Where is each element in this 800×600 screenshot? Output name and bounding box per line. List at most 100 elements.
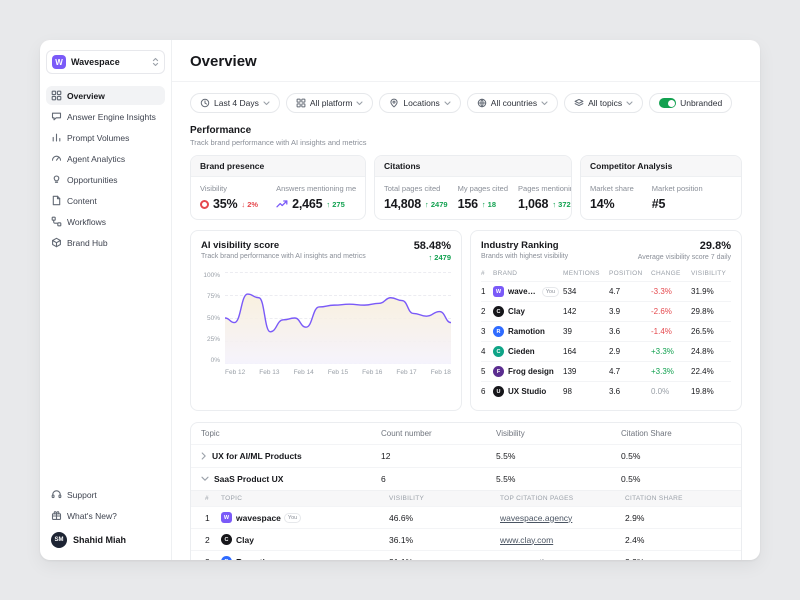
x-tick: Feb 13 (259, 369, 279, 376)
sidebar-item-content[interactable]: Content (46, 191, 165, 210)
filter-topics[interactable]: All topics (564, 93, 643, 113)
visibility-value: 31.9% (691, 287, 731, 296)
workspace-selector[interactable]: W Wavespace (46, 50, 165, 74)
brand-name: wavespace (508, 287, 539, 296)
y-tick: 25% (201, 336, 220, 343)
sidebar-item-opportunities[interactable]: Opportunities (46, 170, 165, 189)
topic-row-expanded[interactable]: SaaS Product UX 6 5.5% 0.5% (191, 467, 741, 490)
user-profile[interactable]: SM Shahid Miah (46, 527, 165, 550)
chart-title: AI visibility score (201, 240, 366, 251)
topic-name: SaaS Product UX (214, 474, 283, 484)
mentions-value: 142 (563, 307, 609, 316)
position-value: 3.6 (609, 387, 651, 396)
metric-value: 14,808 (384, 197, 421, 211)
column-header: Mentions (563, 270, 609, 277)
share-value: 2.9% (625, 513, 731, 523)
column-header: Count number (381, 429, 496, 438)
sidebar-item-brand-hub[interactable]: Brand Hub (46, 233, 165, 252)
sidebar-item-overview[interactable]: Overview (46, 86, 165, 105)
page-title: Overview (190, 53, 742, 70)
citations-card: Citations Total pages cited 14,808 ↑ 247… (374, 155, 572, 220)
ranking-table: # Brand Mentions Position Change Visibil… (481, 268, 731, 401)
ranking-row: 4 C Cieden 164 2.9 +3.3% 24.8% (481, 341, 731, 361)
sidebar-item-label: Workflows (67, 217, 106, 227)
sidebar-item-answer-engine-insights[interactable]: Answer Engine Insights (46, 107, 165, 126)
ranking-row: 1 W wavespace You 534 4.7 -3.3% 31.9% (481, 281, 731, 301)
metric-label: Total pages cited (384, 184, 448, 193)
card-title: Brand presence (191, 156, 365, 177)
citation-link[interactable]: wavespace.agency (500, 513, 625, 523)
sidebar-item-label: Prompt Volumes (67, 133, 129, 143)
brand-logo: W (493, 286, 504, 297)
rank-value: 1 (481, 287, 493, 296)
share-value: 2.4% (625, 535, 731, 545)
column-header: Top citation pages (500, 495, 625, 502)
ranking-subtitle: Brands with highest visibility (481, 253, 568, 260)
sidebar-item-whats-new[interactable]: What's New? (46, 506, 165, 525)
y-axis: 100% 75% 50% 25% 0% (201, 272, 225, 364)
market-position-metric: Market position #5 (652, 184, 703, 211)
rank-value: 3 (481, 327, 493, 336)
user-name: Shahid Miah (73, 535, 126, 545)
sidebar-item-label: Opportunities (67, 175, 118, 185)
visibility-value: 29.8% (691, 307, 731, 316)
subtable-row: 2 C Clay 36.1% www.clay.com 2.4% (191, 528, 741, 550)
main-content: Overview Last 4 Days All platform Locati… (172, 40, 760, 560)
position-value: 3.6 (609, 327, 651, 336)
visibility-value: 5.5% (496, 451, 621, 461)
y-tick: 50% (201, 315, 220, 322)
page-header: Overview (172, 40, 760, 82)
sidebar-item-workflows[interactable]: Workflows (46, 212, 165, 231)
trend-up-icon (276, 200, 288, 208)
sidebar-item-prompt-volumes[interactable]: Prompt Volumes (46, 128, 165, 147)
filter-locations-label: Locations (403, 98, 439, 108)
brand-presence-card: Brand presence Visibility 35% ↓ 2% Answe… (190, 155, 366, 220)
support-label: Support (67, 490, 97, 500)
visibility-value: 31.1% (389, 557, 500, 561)
brand-name: UX Studio (508, 387, 546, 396)
rank-value: 5 (481, 367, 493, 376)
lightbulb-icon (51, 174, 62, 185)
filter-locations[interactable]: Locations (379, 93, 460, 113)
sidebar-item-agent-analytics[interactable]: Agent Analytics (46, 149, 165, 168)
sidebar-item-label: Agent Analytics (67, 154, 125, 164)
sidebar-item-support[interactable]: Support (46, 485, 165, 504)
change-value: 0.0% (651, 387, 691, 396)
performance-title: Performance (190, 125, 742, 136)
metric-value: 1,068 (518, 197, 548, 211)
chevron-down-icon (626, 101, 633, 106)
filter-date[interactable]: Last 4 Days (190, 93, 280, 113)
filter-countries[interactable]: All countries (467, 93, 558, 113)
citations-metric: My pages cited 156 ↑ 18 (458, 184, 508, 211)
performance-subtitle: Track brand performance with AI insights… (190, 138, 742, 147)
column-header: Visibility (691, 270, 731, 277)
metric-value: #5 (652, 197, 666, 211)
visibility-gauge-icon (200, 200, 209, 209)
sidebar-item-label: Content (67, 196, 97, 206)
column-header: Citation Share (621, 429, 731, 438)
citation-link[interactable]: www.ramotion.com (500, 557, 625, 561)
brand-logo: W (221, 512, 232, 523)
metric-change: ↑ 2479 (425, 200, 448, 209)
sidebar: W Wavespace Overview Answer Engine Insig… (40, 40, 172, 560)
count-value: 12 (381, 451, 496, 461)
filter-platform[interactable]: All platform (286, 93, 374, 113)
ranking-row: 3 R Ramotion 39 3.6 -1.4% 26.5% (481, 321, 731, 341)
position-value: 4.7 (609, 287, 651, 296)
column-header: Citation share (625, 495, 731, 502)
metric-value: 35% (213, 197, 237, 211)
column-header: Visibility (389, 495, 500, 502)
map-pin-icon (389, 98, 399, 108)
x-tick: Feb 12 (225, 369, 245, 376)
layers-icon (574, 98, 584, 108)
headset-icon (51, 489, 62, 500)
unbranded-toggle-pill[interactable]: Unbranded (649, 93, 732, 113)
brand-cell: R Ramotion (221, 556, 389, 560)
rank-value: 6 (481, 387, 493, 396)
unbranded-toggle[interactable] (659, 98, 676, 108)
charts-row: AI visibility score Track brand performa… (190, 230, 742, 411)
citation-link[interactable]: www.clay.com (500, 535, 625, 545)
main-body: Last 4 Days All platform Locations All c… (172, 82, 760, 560)
topic-row[interactable]: UX for AI/ML Products 12 5.5% 0.5% (191, 444, 741, 467)
ai-visibility-chart (225, 272, 451, 364)
